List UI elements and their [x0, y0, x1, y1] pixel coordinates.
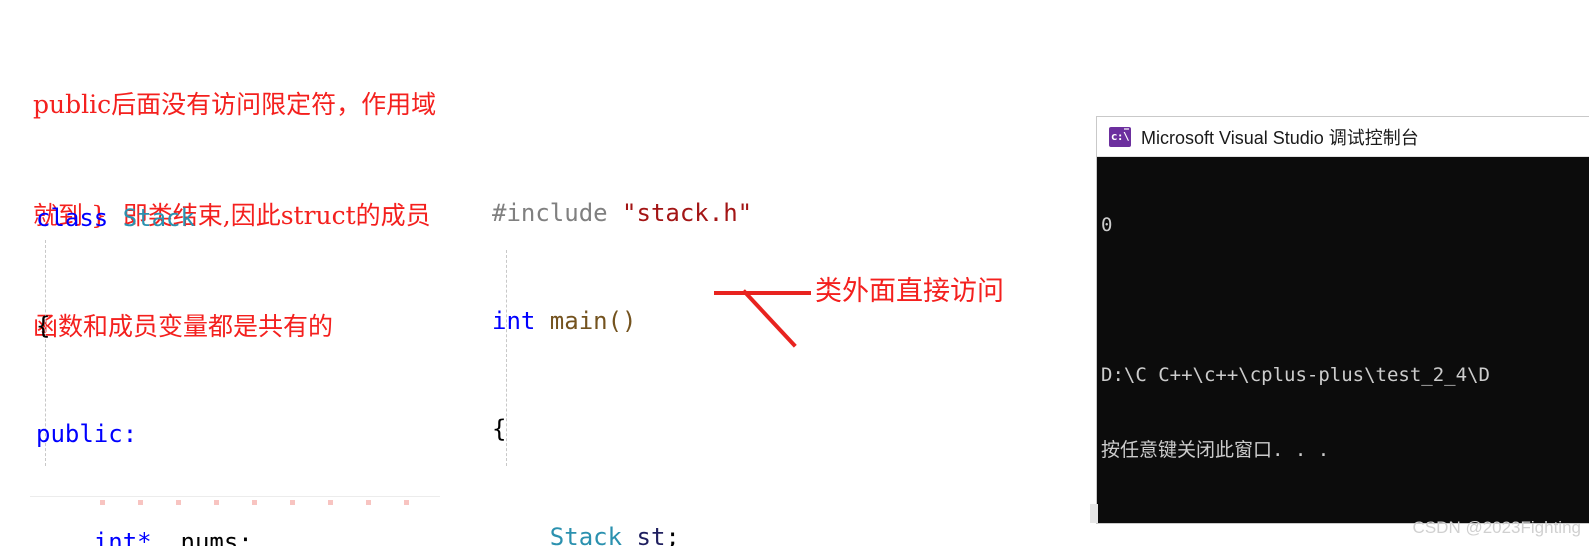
token-open-brace: { [36, 312, 51, 340]
console-titlebar[interactable]: c:\ Microsoft Visual Studio 调试控制台 [1097, 117, 1589, 157]
token-string-header: "stack.h" [622, 199, 753, 227]
code-line-include: #include "stack.h" [492, 195, 897, 231]
console-window-title: Microsoft Visual Studio 调试控制台 [1141, 127, 1419, 148]
console-icon: c:\ [1109, 126, 1131, 147]
token-var-nums: _nums; [151, 528, 253, 546]
token-fn-main: main() [535, 307, 637, 335]
annotation-right: 类外面直接访问 [815, 276, 1004, 307]
console-output-line-value: 0 [1101, 214, 1113, 236]
code-block-main[interactable]: #include "stack.h" int main() { Stack st… [492, 123, 897, 546]
screenshot-root: public后面没有访问限定符，作用域 就到 } 即类结束,因此struct的成… [0, 0, 1589, 546]
token-semicolon: ; [665, 523, 680, 546]
console-output-line-prompt: 按任意键关闭此窗口. . . [1101, 439, 1330, 461]
code-line-main-decl: int main() [492, 303, 897, 339]
token-type-stack: Stack [122, 204, 195, 232]
token-type-stack: Stack [549, 523, 623, 546]
clipped-red-text-fragments [100, 500, 440, 505]
token-keyword-public: public: [36, 420, 138, 448]
console-output-line-path: D:\C C++\c++\cplus-plus\test_2_4\D [1101, 364, 1490, 386]
annotation-top-line-1: public后面没有访问限定符，作用域 [33, 90, 437, 119]
watermark: CSDN @2023Fighting [1412, 518, 1581, 537]
code-line-open-brace: { [36, 308, 311, 344]
token-open-brace: { [492, 415, 507, 443]
code-line-class-decl: class Stack [36, 200, 311, 236]
token-keyword-int: int [492, 307, 536, 335]
token-keyword-int-ptr: int* [93, 528, 152, 546]
token-var-st-squiggle: st [636, 523, 666, 546]
code-line-public: public: [36, 416, 311, 452]
panel-divider [30, 496, 440, 497]
console-left-edge-strip [1090, 504, 1098, 523]
code-block-class-stack[interactable]: class Stack { public: int* _nums; int _t… [36, 128, 311, 546]
annotation-leader-line-horizontal [714, 291, 811, 295]
code-line-stack-st: Stack st; [492, 519, 897, 546]
console-output-blank [1101, 288, 1589, 313]
token-keyword-class: class [36, 204, 109, 232]
code-line-nums: int* _nums; [36, 524, 311, 546]
code-line-open-brace: { [492, 411, 897, 447]
token-preprocessor-include: #include [492, 199, 623, 227]
console-output[interactable]: 0 D:\C C++\c++\cplus-plus\test_2_4\D 按任意… [1097, 157, 1589, 523]
console-window[interactable]: c:\ Microsoft Visual Studio 调试控制台 0 D:\C… [1097, 117, 1589, 523]
